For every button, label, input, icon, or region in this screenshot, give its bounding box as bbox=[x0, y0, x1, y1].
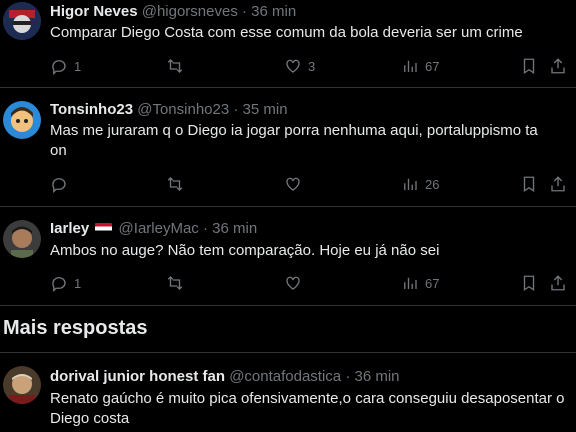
reply-button[interactable]: 1 bbox=[50, 56, 81, 76]
share-icon bbox=[551, 58, 565, 74]
avatar[interactable] bbox=[3, 2, 41, 40]
share-icon bbox=[551, 176, 565, 192]
like-button[interactable] bbox=[284, 174, 308, 194]
tweet-text: Ambos no auge? Não tem comparação. Hoje … bbox=[50, 242, 440, 259]
reply-tweet[interactable]: Higor Neves @higorsneves · 36 min Compar… bbox=[0, 0, 576, 88]
reply-tweet[interactable]: Iarley @IarleyMac · 36 min Ambos no auge… bbox=[0, 207, 576, 306]
retweet-button[interactable] bbox=[166, 174, 190, 194]
retweet-button[interactable] bbox=[166, 56, 190, 76]
views-count: 67 bbox=[425, 275, 440, 291]
views-button[interactable]: 67 bbox=[401, 273, 439, 293]
views-count: 26 bbox=[425, 176, 440, 192]
retweet-icon bbox=[167, 276, 183, 290]
reply-count: 1 bbox=[74, 58, 82, 74]
bookmark-button[interactable] bbox=[520, 273, 538, 293]
retweet-icon bbox=[167, 177, 183, 191]
author-name[interactable]: Tonsinho23 bbox=[50, 101, 133, 118]
tweet-header: dorival junior honest fan @contafodastic… bbox=[50, 367, 400, 387]
author-handle[interactable]: @IarleyMac bbox=[119, 220, 199, 237]
separator: · bbox=[233, 101, 239, 118]
like-count: 3 bbox=[308, 58, 316, 74]
share-button[interactable] bbox=[549, 273, 567, 293]
timestamp[interactable]: 36 min bbox=[355, 368, 400, 385]
author-name[interactable]: Iarley bbox=[50, 220, 89, 237]
avatar[interactable] bbox=[3, 366, 41, 404]
separator: · bbox=[345, 368, 351, 385]
author-name[interactable]: Higor Neves bbox=[50, 3, 138, 20]
avatar-image bbox=[3, 366, 41, 404]
like-button[interactable]: 3 bbox=[284, 56, 315, 76]
timestamp[interactable]: 35 min bbox=[243, 101, 288, 118]
more-replies-heading: Mais respostas bbox=[3, 317, 148, 339]
views-button[interactable]: 67 bbox=[401, 56, 439, 76]
reply-count: 1 bbox=[74, 275, 82, 291]
tweet-text: Renato gaúcho é muito pica ofensivamente… bbox=[50, 390, 565, 427]
views-icon bbox=[404, 60, 417, 72]
views-button[interactable]: 26 bbox=[401, 174, 439, 194]
reply-icon bbox=[52, 178, 66, 193]
tweet-text: Mas me juraram q o Diego ia jogar porra … bbox=[50, 122, 538, 159]
views-icon bbox=[404, 277, 417, 289]
like-button[interactable] bbox=[284, 273, 308, 293]
timestamp[interactable]: 36 min bbox=[251, 3, 296, 20]
retweet-button[interactable] bbox=[166, 273, 190, 293]
action-bar: 1 67 bbox=[0, 273, 576, 293]
flag-icon bbox=[95, 223, 113, 234]
tweet-header: Higor Neves @higorsneves · 36 min bbox=[50, 2, 296, 22]
author-name[interactable]: dorival junior honest fan bbox=[50, 368, 225, 385]
bookmark-icon bbox=[523, 176, 535, 193]
author-handle[interactable]: @Tonsinho23 bbox=[137, 101, 229, 118]
reply-tweet[interactable]: Tonsinho23 @Tonsinho23 · 35 min Mas me j… bbox=[0, 88, 576, 207]
views-count: 67 bbox=[425, 58, 440, 74]
bookmark-icon bbox=[523, 275, 535, 292]
tweet-header: Tonsinho23 @Tonsinho23 · 35 min bbox=[50, 100, 288, 120]
retweet-icon bbox=[167, 59, 183, 73]
action-bar: 26 bbox=[0, 174, 576, 194]
avatar[interactable] bbox=[3, 101, 41, 139]
reply-icon bbox=[52, 277, 66, 292]
author-handle[interactable]: @contafodastica bbox=[229, 368, 341, 385]
like-icon bbox=[286, 276, 300, 290]
share-icon bbox=[551, 275, 565, 291]
share-button[interactable] bbox=[549, 56, 567, 76]
avatar-image bbox=[3, 101, 41, 139]
separator: · bbox=[202, 220, 208, 237]
views-icon bbox=[404, 178, 417, 190]
timestamp[interactable]: 36 min bbox=[212, 220, 257, 237]
bookmark-button[interactable] bbox=[520, 174, 538, 194]
tweet-text: Comparar Diego Costa com esse comum da b… bbox=[50, 24, 523, 41]
bookmark-button[interactable] bbox=[520, 56, 538, 76]
reply-button[interactable]: 1 bbox=[50, 273, 81, 293]
author-handle[interactable]: @higorsneves bbox=[142, 3, 238, 20]
share-button[interactable] bbox=[549, 174, 567, 194]
avatar-image bbox=[3, 220, 41, 258]
bookmark-icon bbox=[523, 58, 535, 75]
tweet-header: Iarley @IarleyMac · 36 min bbox=[50, 219, 257, 239]
separator: · bbox=[242, 3, 247, 20]
like-icon bbox=[286, 59, 300, 73]
avatar-image bbox=[3, 2, 41, 40]
reply-icon bbox=[52, 60, 66, 75]
reply-tweet[interactable]: dorival junior honest fan @contafodastic… bbox=[0, 352, 576, 432]
action-bar: 1 3 67 bbox=[0, 56, 576, 76]
like-icon bbox=[286, 177, 300, 191]
avatar[interactable] bbox=[3, 220, 41, 258]
reply-button[interactable] bbox=[50, 174, 74, 194]
